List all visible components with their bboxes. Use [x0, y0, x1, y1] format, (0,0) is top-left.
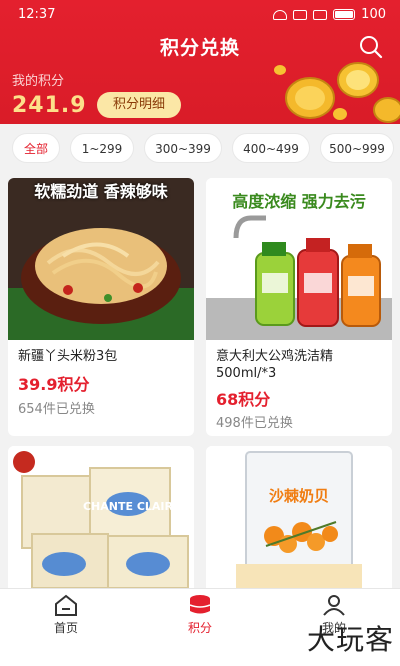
header: 12:37 100 积分兑换 我的积分 241.9 积分明细 [0, 0, 400, 124]
product-banner-text: 软糯劲道 香辣够味 [34, 182, 168, 201]
product-card[interactable]: 软糯劲道 香辣够味 新疆丫头米粉3包 39.9积分 654件已兑换 [8, 178, 194, 436]
profile-icon [323, 595, 345, 616]
tab-points-label: 积分 [187, 621, 212, 635]
product-card[interactable]: 沙棘奶贝 [206, 446, 392, 588]
filter-chip-1-299[interactable]: 1~299 [70, 133, 134, 163]
filter-chip-500-999[interactable]: 500~999 [320, 133, 394, 163]
product-image-sea-buckthorn-milk-tablets [206, 446, 392, 588]
product-card[interactable]: CHANTE CLAIR [8, 446, 194, 588]
battery-icon [333, 9, 356, 20]
tab-home[interactable]: 首页 [26, 593, 106, 637]
tab-home-label: 首页 [53, 621, 78, 635]
battery-level: 100 [361, 7, 386, 22]
price-filter-bar: 全部 1~299 300~399 400~499 500~999 [0, 124, 400, 172]
product-banner-text: 沙棘奶贝 [268, 487, 329, 505]
status-bar: 12:37 100 [0, 0, 400, 30]
product-banner-text: 高度浓缩 强力去污 [232, 192, 366, 211]
status-time: 12:37 [18, 7, 56, 22]
watermark-text: 大玩客 [306, 623, 394, 656]
home-icon [55, 594, 77, 616]
signal-icon [293, 9, 308, 20]
gold-coins-decoration [274, 62, 400, 123]
points-value: 241.9 [12, 93, 87, 118]
wifi-icon [273, 9, 288, 20]
points-icon [189, 595, 211, 614]
points-label: 我的积分 [12, 74, 65, 89]
product-price: 68积分 [216, 390, 271, 409]
product-name: 新疆丫头米粉3包 [18, 349, 118, 364]
tab-points[interactable]: 积分 [160, 593, 240, 637]
product-redeem-count: 654件已兑换 [18, 402, 95, 417]
filter-chip-300-399[interactable]: 300~399 [144, 133, 222, 163]
product-price: 39.9积分 [18, 375, 90, 394]
points-detail-button[interactable]: 积分明细 [97, 92, 181, 118]
filter-chip-400-499[interactable]: 400~499 [232, 133, 310, 163]
filter-chip-all[interactable]: 全部 [12, 133, 60, 163]
status-icons: 100 [273, 7, 386, 22]
hd-icon [313, 9, 328, 20]
product-card[interactable]: 高度浓缩 强力去污 意大利大公鸡洗洁精500ml/*3 68积分 498件已兑换 [206, 178, 392, 436]
product-redeem-count: 498件已兑换 [216, 416, 293, 431]
product-name: 意大利大公鸡洗洁精500ml/*3 [216, 349, 334, 381]
product-banner-text: CHANTE CLAIR [82, 500, 173, 513]
